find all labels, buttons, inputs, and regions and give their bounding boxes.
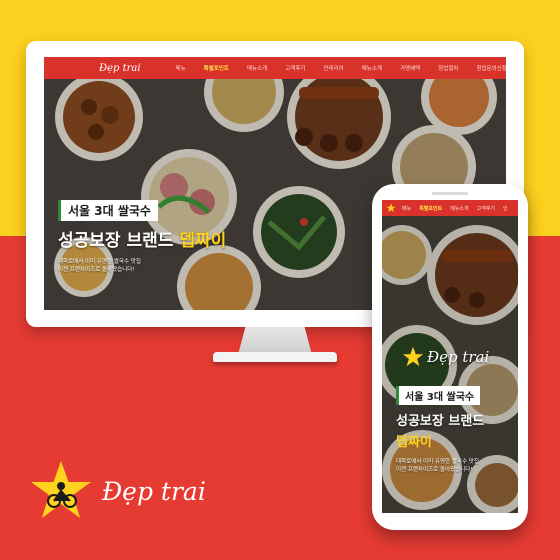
star-bicycle-logo-icon — [31, 461, 91, 518]
hero-headline: 성공보장 브랜드 뎁짜이 — [58, 226, 226, 251]
mobile-nav-item[interactable]: 특별포인트 — [415, 205, 446, 212]
desktop-nav-item[interactable]: 메뉴 — [167, 64, 195, 72]
mobile-nav-item[interactable]: 고객후기 — [473, 205, 499, 212]
nav-brand-name[interactable]: Đẹp trai — [99, 63, 141, 74]
desktop-nav-item[interactable]: 메뉴소개 — [238, 64, 276, 72]
hero-headline-highlight: 뎁짜이 — [179, 231, 227, 251]
mobile-nav-item[interactable]: 메뉴소개 — [446, 205, 472, 212]
desktop-hero: 서울 3대 쌀국수 성공보장 브랜드 뎁짜이 대학로에서 이미 유명한 쌀국수 … — [58, 200, 226, 274]
monitor-stand-base — [213, 352, 337, 362]
desktop-nav-menu: 메뉴 특별포인트 메뉴소개 고객후기 인테리어 매뉴소개 가맹혜택 창업절차 창업문의신청 — [167, 64, 506, 72]
desktop-nav-item[interactable]: 창업문의신청 — [467, 64, 506, 72]
hero-sub-line1: 대학로에서 이미 유명한 쌀국수 맛집 — [58, 259, 141, 265]
mobile-nav-item[interactable]: 메뉴 — [398, 205, 415, 212]
mobile-nav-item[interactable]: 인 — [499, 205, 512, 212]
mobile-logo-star-icon — [402, 346, 424, 367]
mobile-hero-sub-line1: 대학로에서 이미 유명한 쌀국수 맛집 — [396, 459, 479, 465]
phone-speaker — [432, 192, 468, 195]
mobile-phone: 메뉴 특별포인트 메뉴소개 고객후기 인 Đẹp trai 서울 3대 쌀국수 성공보장… — [372, 184, 528, 530]
mobile-hero-headline: 성공보장 브랜드 — [396, 414, 485, 429]
footer-brand-text: Đẹp trai — [102, 476, 206, 506]
desktop-nav-item[interactable]: 인테리어 — [314, 64, 352, 72]
hero-tag: 서울 3대 쌀국수 — [58, 200, 158, 221]
mobile-hero-tag: 서울 3대 쌀국수 — [396, 386, 481, 405]
monitor-stand-neck — [238, 327, 312, 355]
desktop-nav-item[interactable]: 매뉴소개 — [353, 64, 391, 72]
desktop-nav-item[interactable]: 가맹혜택 — [391, 64, 429, 72]
footer-brand-logo: Đẹp trai — [30, 461, 206, 521]
hero-headline-prefix: 성공보장 브랜드 — [58, 231, 180, 251]
mobile-hero-sub-line2: 이젠 프랜차이즈로 돌아왔습니다! — [396, 467, 473, 473]
mobile-brand-star-icon — [386, 203, 396, 213]
hero-sub-line2: 이젠 프랜차이즈로 돌아왔습니다! — [58, 267, 135, 273]
desktop-nav-bar: Đẹp trai 메뉴 특별포인트 메뉴소개 고객후기 인테리어 매뉴소개 가맹혜택 창업절차… — [44, 57, 506, 79]
desktop-nav-item[interactable]: 고객후기 — [276, 64, 314, 72]
mobile-nav-bar: 메뉴 특별포인트 메뉴소개 고객후기 인 — [382, 200, 518, 216]
desktop-nav-item[interactable]: 창업절차 — [429, 64, 467, 72]
mobile-hero: 서울 3대 쌀국수 성공보장 브랜드 뎁짜이 대학로에서 이미 유명한 쌀국수 … — [396, 385, 484, 474]
mobile-logo: Đẹp trai — [402, 346, 489, 368]
desktop-nav-item[interactable]: 특별포인트 — [195, 64, 238, 72]
mobile-hero-subtext: 대학로에서 이미 유명한 쌀국수 맛집 이젠 프랜차이즈로 돌아왔습니다! — [396, 458, 484, 474]
mobile-nav-menu: 메뉴 특별포인트 메뉴소개 고객후기 인 — [398, 205, 512, 212]
mobile-hero-highlight: 뎁짜이 — [396, 435, 432, 450]
hero-subtext: 대학로에서 이미 유명한 쌀국수 맛집 이젠 프랜차이즈로 돌아왔습니다! — [58, 258, 226, 274]
mobile-screen: 메뉴 특별포인트 메뉴소개 고객후기 인 Đẹp trai 서울 3대 쌀국수 성공보장… — [382, 200, 518, 513]
mobile-logo-text: Đẹp trai — [427, 348, 490, 366]
